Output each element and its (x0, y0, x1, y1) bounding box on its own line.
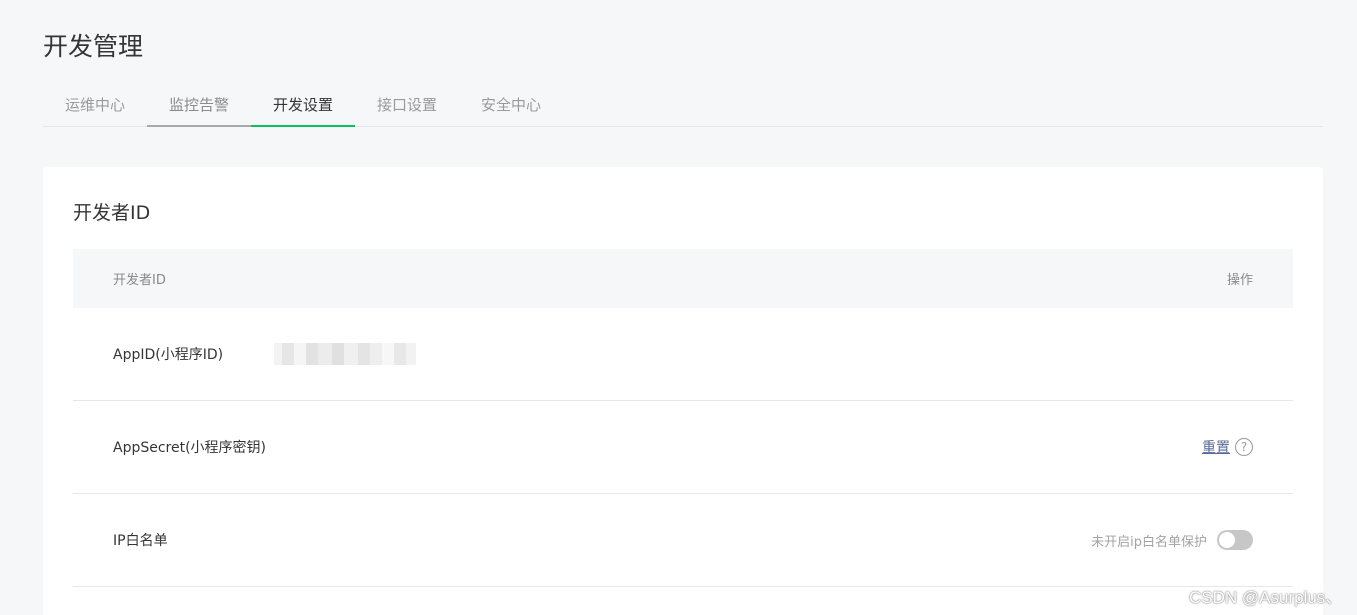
appid-value-masked (274, 343, 416, 365)
developer-id-card: 开发者ID 开发者ID 操作 AppID(小程序ID) AppSecret(小程… (43, 167, 1323, 615)
tab-security-center[interactable]: 安全中心 (459, 87, 563, 127)
table-row-appsecret: AppSecret(小程序密钥) 重置 ? (73, 401, 1293, 494)
tab-monitoring-alerts[interactable]: 监控告警 (147, 87, 251, 127)
ip-whitelist-toggle[interactable] (1217, 530, 1253, 550)
table-row-ip-whitelist: IP白名单 未开启ip白名单保护 (73, 494, 1293, 587)
developer-id-table: 开发者ID 操作 AppID(小程序ID) AppSecret(小程序密钥) 重… (73, 249, 1293, 587)
page: 开发管理 运维中心 监控告警 开发设置 接口设置 安全中心 开发者ID 开发者I… (0, 0, 1357, 615)
tab-bar: 运维中心 监控告警 开发设置 接口设置 安全中心 (43, 87, 1323, 127)
column-header-developer-id: 开发者ID (113, 273, 166, 288)
tab-api-settings[interactable]: 接口设置 (355, 87, 459, 127)
appid-label: AppID(小程序ID) (113, 347, 224, 363)
table-header: 开发者ID 操作 (73, 249, 1293, 308)
watermark: CSDN @Asurplus、 (1189, 588, 1343, 607)
section-title: 开发者ID (73, 202, 151, 224)
toggle-knob (1219, 532, 1235, 548)
tab-dev-settings[interactable]: 开发设置 (251, 87, 355, 127)
ip-whitelist-status: 未开启ip白名单保护 (1091, 534, 1207, 550)
table-row-appid: AppID(小程序ID) (73, 308, 1293, 401)
page-title: 开发管理 (43, 32, 144, 61)
tab-ops-center[interactable]: 运维中心 (43, 87, 147, 127)
reset-secret-link[interactable]: 重置 (1202, 437, 1230, 457)
column-header-action: 操作 (1226, 273, 1253, 288)
question-icon[interactable]: ? (1235, 438, 1253, 456)
appsecret-label: AppSecret(小程序密钥) (113, 440, 267, 456)
ip-whitelist-label: IP白名单 (113, 533, 168, 549)
